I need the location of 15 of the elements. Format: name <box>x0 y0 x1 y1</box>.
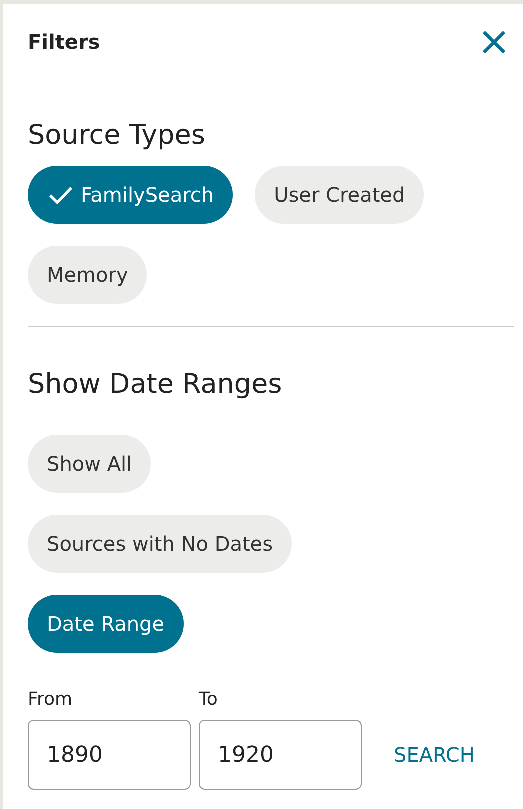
section-heading: Source Types <box>28 119 206 153</box>
panel-title: Filters <box>28 30 100 54</box>
filter-chip[interactable]: Show All <box>28 435 152 493</box>
field-label: From <box>28 689 74 710</box>
filter-chip[interactable]: Sources with No Dates <box>28 515 292 573</box>
search-link[interactable]: SEARCH <box>394 720 475 790</box>
filter-chip[interactable]: FamilySearch <box>28 166 234 224</box>
close-button[interactable]: × <box>471 22 517 62</box>
field-label: To <box>199 689 219 710</box>
year-input[interactable]: 1890 <box>28 720 191 790</box>
section-heading: Show Date Ranges <box>28 368 284 402</box>
filter-chip[interactable]: User Created <box>255 166 424 224</box>
filter-chip[interactable]: Memory <box>28 246 148 304</box>
filter-chip[interactable]: Date Range <box>28 595 184 653</box>
year-input[interactable]: 1920 <box>199 720 362 790</box>
